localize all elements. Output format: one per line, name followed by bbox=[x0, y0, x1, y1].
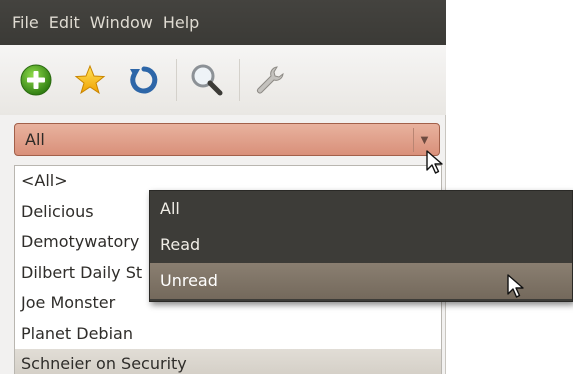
toolbar-separator bbox=[176, 59, 177, 101]
add-feed-button[interactable] bbox=[16, 60, 56, 100]
menubar: File Edit Window Help bbox=[0, 0, 446, 45]
star-icon bbox=[74, 64, 106, 95]
app-window: File Edit Window Help All ▼ <All> Delici… bbox=[0, 0, 446, 374]
wrench-icon bbox=[257, 66, 284, 94]
feed-item-selected[interactable]: Schneier on Security bbox=[15, 349, 441, 374]
refresh-icon bbox=[130, 66, 158, 94]
menu-window[interactable]: Window bbox=[90, 13, 153, 32]
chevron-down-icon[interactable]: ▼ bbox=[413, 128, 435, 152]
search-icon bbox=[191, 64, 223, 96]
menu-file[interactable]: File bbox=[12, 13, 39, 32]
mouse-cursor-icon bbox=[426, 150, 443, 174]
settings-button[interactable] bbox=[250, 60, 290, 100]
filter-option-all[interactable]: All bbox=[150, 191, 572, 227]
feed-item[interactable]: Planet Debian bbox=[15, 319, 441, 350]
menu-edit[interactable]: Edit bbox=[49, 13, 80, 32]
refresh-button[interactable] bbox=[124, 60, 164, 100]
filter-combobox[interactable]: All ▼ bbox=[14, 123, 440, 156]
menu-help[interactable]: Help bbox=[163, 13, 199, 32]
toolbar-separator bbox=[239, 59, 240, 101]
favorite-button[interactable] bbox=[70, 60, 110, 100]
search-button[interactable] bbox=[187, 60, 227, 100]
toolbar bbox=[0, 45, 446, 115]
filter-option-read[interactable]: Read bbox=[150, 227, 572, 263]
mouse-cursor-icon bbox=[507, 274, 524, 298]
filter-combobox-value: All bbox=[25, 130, 45, 149]
add-icon bbox=[20, 64, 52, 96]
